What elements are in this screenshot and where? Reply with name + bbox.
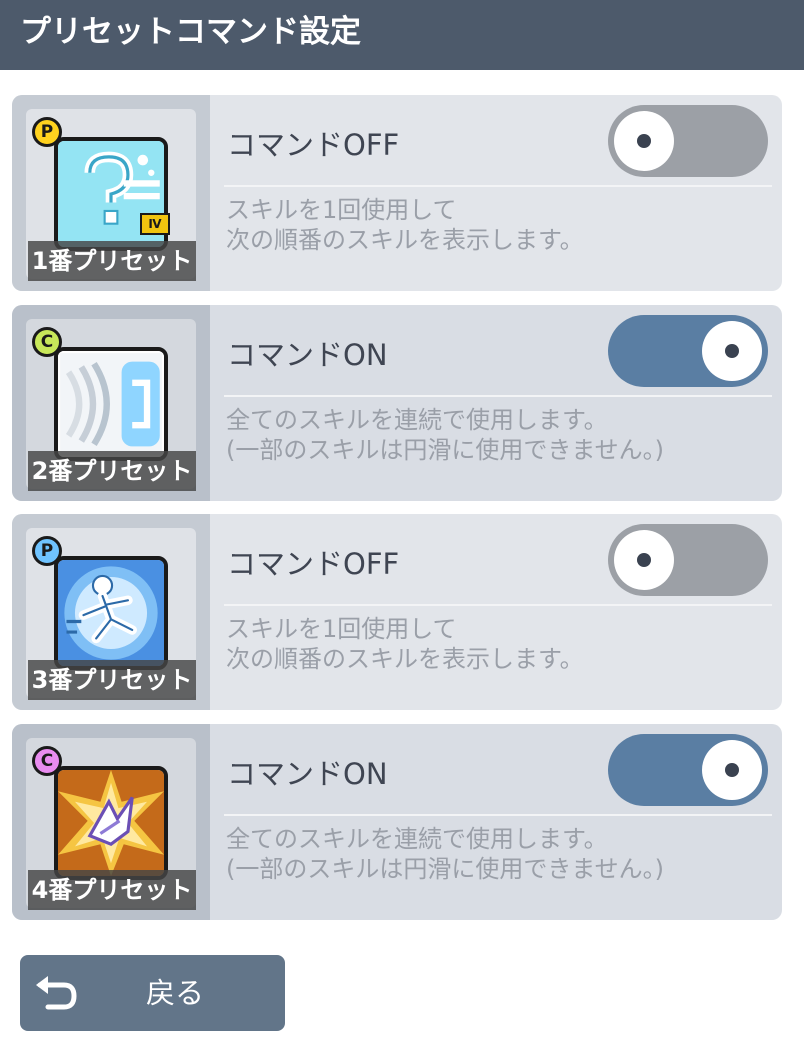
command-status-label: コマンドOFF	[227, 128, 400, 162]
preset-icon-panel: P 3番プリセット	[12, 514, 210, 710]
divider	[224, 395, 772, 397]
preset-label: 1番プリセット	[28, 241, 196, 281]
preset-type-badge-icon: P	[32, 117, 62, 147]
command-toggle[interactable]	[608, 524, 768, 596]
skill-icon-sound-wave	[54, 347, 168, 461]
return-arrow-icon	[36, 976, 77, 1010]
command-description: 全てのスキルを連続で使用します。 (一部のスキルは円滑に使用できません。)	[226, 405, 774, 465]
divider	[224, 185, 772, 187]
header-bar: プリセットコマンド設定	[0, 0, 804, 70]
skill-icon-dash	[54, 556, 168, 670]
toggle-knob-icon	[614, 111, 674, 171]
preset-card-2: C 2番プリセット コマンドON 全てのスキルを連続で使用します。 (一部のスキ…	[12, 305, 782, 501]
preset-card-3: P 3番プリセット コマンドOFF スキルを1回使用して 次の順番のスキルを表示…	[12, 514, 782, 710]
command-status-label: コマンドOFF	[227, 547, 400, 581]
preset-label: 2番プリセット	[28, 451, 196, 491]
command-toggle[interactable]	[608, 105, 768, 177]
description-line-1: 全てのスキルを連続で使用します。	[226, 825, 608, 853]
description-line-2: (一部のスキルは円滑に使用できません。)	[226, 436, 665, 464]
toggle-knob-icon	[702, 740, 762, 800]
divider	[224, 814, 772, 816]
description-line-1: 全てのスキルを連続で使用します。	[226, 406, 608, 434]
description-line-2: 次の順番のスキルを表示します。	[226, 226, 584, 254]
preset-type-badge-icon: C	[32, 746, 62, 776]
preset-label: 4番プリセット	[28, 870, 196, 910]
description-line-2: 次の順番のスキルを表示します。	[226, 645, 584, 673]
command-status-label: コマンドON	[227, 757, 388, 791]
skill-icon-explosion	[54, 766, 168, 880]
preset-card-4: C 4番プリセット コマンドON 全てのスキルを連続で使用します。 (一部のスキ…	[12, 724, 782, 920]
back-button[interactable]: 戻る	[20, 955, 285, 1031]
preset-icon-panel: Ⅳ P 1番プリセット	[12, 95, 210, 291]
command-description: スキルを1回使用して 次の順番のスキルを表示します。	[226, 195, 774, 255]
command-description: 全てのスキルを連続で使用します。 (一部のスキルは円滑に使用できません。)	[226, 824, 774, 884]
command-toggle[interactable]	[608, 315, 768, 387]
preset-label: 3番プリセット	[28, 660, 196, 700]
preset-icon-panel: C 2番プリセット	[12, 305, 210, 501]
description-line-1: スキルを1回使用して	[226, 615, 457, 643]
command-toggle[interactable]	[608, 734, 768, 806]
divider	[224, 604, 772, 606]
command-description: スキルを1回使用して 次の順番のスキルを表示します。	[226, 614, 774, 674]
preset-type-badge-icon: P	[32, 536, 62, 566]
preset-card-1: Ⅳ P 1番プリセット コマンドOFF スキルを1回使用して 次の順番のスキルを…	[12, 95, 782, 291]
command-status-label: コマンドON	[227, 338, 388, 372]
description-line-2: (一部のスキルは円滑に使用できません。)	[226, 855, 665, 883]
back-button-label: 戻る	[146, 976, 205, 1010]
toggle-knob-icon	[614, 530, 674, 590]
rank-badge: Ⅳ	[140, 213, 170, 235]
page-title: プリセットコマンド設定	[20, 14, 361, 50]
preset-icon-panel: C 4番プリセット	[12, 724, 210, 920]
description-line-1: スキルを1回使用して	[226, 196, 457, 224]
preset-type-badge-icon: C	[32, 327, 62, 357]
toggle-knob-icon	[702, 321, 762, 381]
